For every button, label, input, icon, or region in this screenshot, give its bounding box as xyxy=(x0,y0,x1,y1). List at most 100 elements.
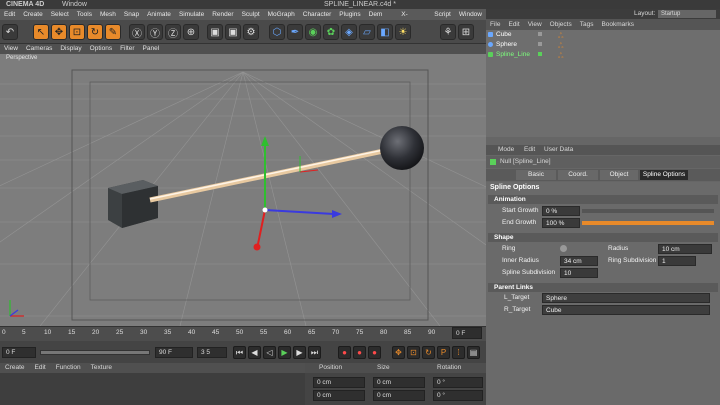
ring-subdivision-field[interactable]: 1 xyxy=(658,256,696,266)
move-tool-icon[interactable]: ✥ xyxy=(51,24,67,40)
end-growth-slider[interactable] xyxy=(582,221,714,225)
menu-x-particles[interactable]: X-Particles xyxy=(397,9,430,29)
cloner-icon[interactable]: ✿ xyxy=(323,24,339,40)
scale-key-icon[interactable]: ⊡ xyxy=(407,346,420,359)
undo-icon[interactable]: ↶ xyxy=(2,24,18,40)
layout-select[interactable]: Startup xyxy=(658,10,716,18)
menu-edit[interactable]: Edit xyxy=(0,9,19,20)
material-menu-function[interactable]: Function xyxy=(51,363,86,373)
material-menu-texture[interactable]: Texture xyxy=(86,363,117,373)
viewport-menu-view[interactable]: View xyxy=(0,44,22,54)
timeline-settings-icon[interactable]: ▤ xyxy=(467,346,480,359)
object-menu-bookmarks[interactable]: Bookmarks xyxy=(597,19,638,30)
select-tool-icon[interactable]: ↖ xyxy=(33,24,49,40)
start-growth-field[interactable]: 0 % xyxy=(542,206,580,216)
menu-animate[interactable]: Animate xyxy=(143,9,175,20)
object-menu-view[interactable]: View xyxy=(524,19,546,30)
visibility-dot-icon[interactable] xyxy=(538,32,542,36)
object-menu-file[interactable]: File xyxy=(486,19,504,30)
end-growth-field[interactable]: 100 % xyxy=(542,218,580,228)
menu-mesh[interactable]: Mesh xyxy=(96,9,120,20)
rotation-h-field[interactable]: 0 ° xyxy=(433,377,483,388)
animation-section-header[interactable]: Animation xyxy=(488,195,718,204)
window-menu[interactable]: Window xyxy=(62,0,87,9)
visibility-dot-icon[interactable] xyxy=(538,42,542,46)
size-x-field[interactable]: 0 cm xyxy=(373,377,425,388)
record-keys-icon[interactable]: ● xyxy=(338,346,351,359)
menu-simulate[interactable]: Simulate xyxy=(175,9,208,20)
tab-basic[interactable]: Basic xyxy=(516,170,556,180)
menu-render[interactable]: Render xyxy=(208,9,237,20)
subdivision-icon[interactable]: ◉ xyxy=(305,24,321,40)
rotate-tool-icon[interactable]: ↻ xyxy=(87,24,103,40)
ring-checkbox[interactable] xyxy=(560,245,567,252)
attr-menu-mode[interactable]: Mode xyxy=(498,145,514,155)
deformer-icon[interactable]: ◈ xyxy=(341,24,357,40)
object-item-spline-line[interactable]: Spline_Line xyxy=(496,50,530,60)
layout-icon[interactable]: ⊞ xyxy=(458,24,474,40)
viewport-menu-options[interactable]: Options xyxy=(86,44,116,54)
z-axis-lock-icon[interactable]: Ⓩ xyxy=(165,24,181,40)
current-frame-field[interactable]: 0 F xyxy=(452,327,482,339)
position-y-field[interactable]: 0 cm xyxy=(313,390,365,401)
object-manager-list[interactable]: Cube Sphere Spline_Line ஃ ஃ ஃ xyxy=(486,30,720,137)
recent-tool-icon[interactable]: ✎ xyxy=(105,24,121,40)
tab-coord[interactable]: Coord. xyxy=(558,170,598,180)
object-item-cube[interactable]: Cube xyxy=(496,30,512,40)
menu-tools[interactable]: Tools xyxy=(73,9,96,20)
menu-select[interactable]: Select xyxy=(47,9,73,20)
menu-script[interactable]: Script xyxy=(430,9,455,20)
go-to-end-icon[interactable]: ⏭ xyxy=(308,346,321,359)
render-view-icon[interactable]: ▣ xyxy=(207,24,223,40)
tag-icon[interactable]: ஃ xyxy=(558,52,564,61)
material-manager-area[interactable] xyxy=(0,373,305,405)
object-menu-tags[interactable]: Tags xyxy=(576,19,598,30)
parameter-key-icon[interactable]: P xyxy=(437,346,450,359)
camera-icon[interactable]: ◧ xyxy=(377,24,393,40)
menu-create[interactable]: Create xyxy=(19,9,47,20)
play-forward-icon[interactable]: ▶ xyxy=(278,346,291,359)
python-icon[interactable]: ⚘ xyxy=(440,24,456,40)
tag-icon[interactable]: ஃ xyxy=(558,42,564,51)
go-to-start-icon[interactable]: ⏮ xyxy=(233,346,246,359)
parent-links-section-header[interactable]: Parent Links xyxy=(488,283,718,292)
render-picture-viewer-icon[interactable]: ▣ xyxy=(225,24,241,40)
tab-spline-options[interactable]: Spline Options xyxy=(640,170,688,180)
material-menu-edit[interactable]: Edit xyxy=(30,363,51,373)
menu-character[interactable]: Character xyxy=(299,9,336,20)
start-frame-field[interactable]: 0 F xyxy=(2,347,36,358)
x-axis-lock-icon[interactable]: Ⓧ xyxy=(129,24,145,40)
attr-menu-user-data[interactable]: User Data xyxy=(544,145,573,155)
rotation-p-field[interactable]: 0 ° xyxy=(433,390,483,401)
point-level-key-icon[interactable]: ⁞ xyxy=(452,346,465,359)
object-item-sphere[interactable]: Sphere xyxy=(496,40,517,50)
r-target-link-field[interactable]: Cube xyxy=(542,305,710,315)
menu-mograph[interactable]: MoGraph xyxy=(264,9,299,20)
next-key-icon[interactable]: ▶ xyxy=(293,346,306,359)
perspective-viewport[interactable]: Perspective xyxy=(0,54,486,326)
tag-icon[interactable]: ஃ xyxy=(558,32,564,41)
viewport-menu-panel[interactable]: Panel xyxy=(139,44,164,54)
menu-plugins[interactable]: Plugins xyxy=(335,9,364,20)
menu-dem-earth[interactable]: Dem Earth xyxy=(365,9,398,29)
previous-key-icon[interactable]: ◀ xyxy=(248,346,261,359)
radius-field[interactable]: 10 cm xyxy=(658,244,712,254)
viewport-scene[interactable] xyxy=(0,54,486,326)
spline-subdivision-field[interactable]: 10 xyxy=(560,268,598,278)
render-settings-icon[interactable]: ⚙ xyxy=(243,24,259,40)
viewport-menu-cameras[interactable]: Cameras xyxy=(22,44,56,54)
environment-floor-icon[interactable]: ▱ xyxy=(359,24,375,40)
scale-tool-icon[interactable]: ⊡ xyxy=(69,24,85,40)
position-x-field[interactable]: 0 cm xyxy=(313,377,365,388)
rotation-key-icon[interactable]: ↻ xyxy=(422,346,435,359)
menu-sculpt[interactable]: Sculpt xyxy=(238,9,264,20)
cube-primitive-icon[interactable]: ⬡ xyxy=(269,24,285,40)
frame-range-slider[interactable] xyxy=(40,350,150,355)
material-menu-create[interactable]: Create xyxy=(0,363,30,373)
object-menu-objects[interactable]: Objects xyxy=(546,19,576,30)
menu-window[interactable]: Window xyxy=(455,9,486,20)
attr-menu-edit[interactable]: Edit xyxy=(524,145,535,155)
play-backward-icon[interactable]: ◁ xyxy=(263,346,276,359)
autokey-icon[interactable]: ● xyxy=(353,346,366,359)
visibility-dot-icon[interactable] xyxy=(538,52,542,56)
